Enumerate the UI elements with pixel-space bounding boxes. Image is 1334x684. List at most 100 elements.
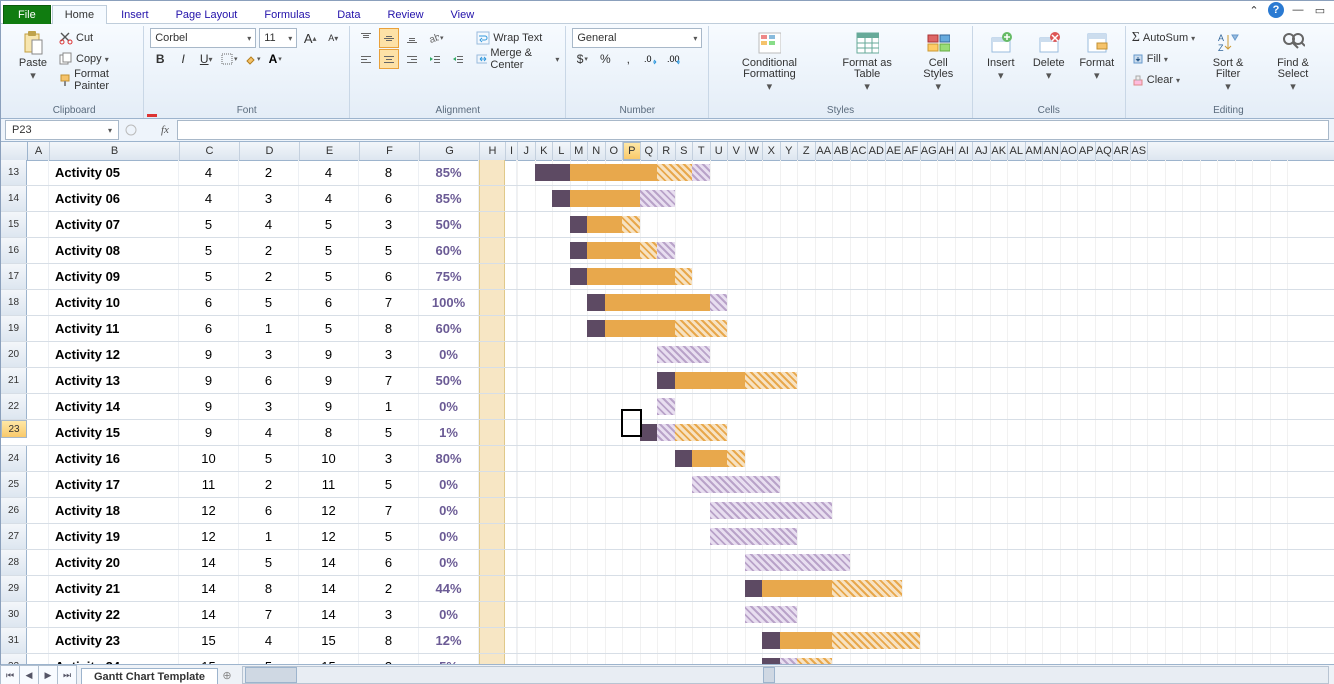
align-right-button[interactable] bbox=[402, 49, 422, 69]
col-header-AB[interactable]: AB bbox=[833, 142, 851, 160]
col-header-W[interactable]: W bbox=[746, 142, 764, 160]
row-header[interactable]: 21 bbox=[1, 368, 27, 393]
fill-button[interactable]: Fill▾ bbox=[1132, 49, 1195, 69]
formula-input[interactable] bbox=[177, 120, 1329, 140]
paste-button[interactable]: Paste▾ bbox=[11, 28, 55, 84]
col-header-K[interactable]: K bbox=[536, 142, 554, 160]
activity-name[interactable]: Activity 13 bbox=[49, 368, 179, 393]
tab-home[interactable]: Home bbox=[52, 5, 107, 24]
col-header-G[interactable]: G bbox=[420, 142, 480, 160]
horizontal-scrollbar[interactable] bbox=[242, 666, 1329, 684]
col-header-AO[interactable]: AO bbox=[1061, 142, 1079, 160]
col-header-AK[interactable]: AK bbox=[991, 142, 1009, 160]
activity-name[interactable]: Activity 07 bbox=[49, 212, 179, 237]
fill-color-button[interactable] bbox=[242, 49, 262, 69]
worksheet-grid[interactable]: ABCDEFGHIJKLMNOPQRSTUVWXYZAAABACADAEAFAG… bbox=[1, 142, 1334, 664]
merge-center-button[interactable]: Merge & Center▾ bbox=[476, 49, 559, 69]
conditional-formatting-button[interactable]: Conditional Formatting▾ bbox=[715, 28, 823, 95]
cell-styles-button[interactable]: Cell Styles▾ bbox=[911, 28, 966, 95]
col-header-V[interactable]: V bbox=[728, 142, 746, 160]
row-header[interactable]: 29 bbox=[1, 576, 27, 601]
col-header-AC[interactable]: AC bbox=[851, 142, 869, 160]
col-header-C[interactable]: C bbox=[180, 142, 240, 160]
col-header-AH[interactable]: AH bbox=[938, 142, 956, 160]
col-header-I[interactable]: I bbox=[506, 142, 518, 160]
row-header[interactable]: 15 bbox=[1, 212, 27, 237]
align-left-button[interactable] bbox=[356, 49, 376, 69]
font-color-button[interactable]: A bbox=[265, 49, 285, 69]
bold-button[interactable]: B bbox=[150, 49, 170, 69]
sheet-nav-first[interactable]: ⏮ bbox=[0, 665, 20, 684]
row-header[interactable]: 17 bbox=[1, 264, 27, 289]
clear-button[interactable]: Clear▾ bbox=[1132, 70, 1195, 90]
format-painter-button[interactable]: Format Painter bbox=[59, 70, 137, 90]
row-header[interactable]: 24 bbox=[1, 446, 27, 471]
dec-indent-button[interactable] bbox=[425, 49, 445, 69]
activity-name[interactable]: Activity 14 bbox=[49, 394, 179, 419]
help-icon[interactable]: ? bbox=[1268, 2, 1284, 18]
wrap-text-button[interactable]: Wrap Text bbox=[476, 28, 559, 48]
col-header-L[interactable]: L bbox=[553, 142, 571, 160]
col-header-AM[interactable]: AM bbox=[1026, 142, 1044, 160]
tab-file[interactable]: File bbox=[3, 5, 51, 24]
row-header[interactable]: 22 bbox=[1, 394, 27, 419]
format-as-table-button[interactable]: Format as Table▾ bbox=[828, 28, 907, 95]
col-header-O[interactable]: O bbox=[606, 142, 624, 160]
border-button[interactable] bbox=[219, 49, 239, 69]
ribbon-minimize-icon[interactable]: ⌃ bbox=[1246, 2, 1262, 18]
col-header-M[interactable]: M bbox=[571, 142, 589, 160]
align-top-button[interactable] bbox=[356, 28, 376, 48]
col-header-AS[interactable]: AS bbox=[1131, 142, 1149, 160]
new-sheet-button[interactable]: ⊕ bbox=[218, 669, 236, 682]
window-minimize-icon[interactable]: — bbox=[1290, 2, 1306, 18]
align-middle-button[interactable] bbox=[379, 28, 399, 48]
col-header-Z[interactable]: Z bbox=[798, 142, 816, 160]
col-header-Y[interactable]: Y bbox=[781, 142, 799, 160]
grow-font-button[interactable]: A▴ bbox=[300, 28, 320, 48]
row-header[interactable]: 32 bbox=[1, 654, 27, 664]
cut-button[interactable]: Cut bbox=[59, 28, 137, 48]
tab-insert[interactable]: Insert bbox=[108, 5, 162, 24]
activity-name[interactable]: Activity 16 bbox=[49, 446, 179, 471]
col-header-AR[interactable]: AR bbox=[1113, 142, 1131, 160]
font-name-select[interactable]: Corbel▾ bbox=[150, 28, 256, 48]
activity-name[interactable]: Activity 15 bbox=[49, 420, 179, 445]
col-header-AD[interactable]: AD bbox=[868, 142, 886, 160]
row-header[interactable]: 28 bbox=[1, 550, 27, 575]
activity-name[interactable]: Activity 18 bbox=[49, 498, 179, 523]
row-header[interactable]: 16 bbox=[1, 238, 27, 263]
activity-name[interactable]: Activity 11 bbox=[49, 316, 179, 341]
sheet-tab-active[interactable]: Gantt Chart Template bbox=[81, 668, 218, 684]
align-bottom-button[interactable] bbox=[402, 28, 422, 48]
row-header[interactable]: 30 bbox=[1, 602, 27, 627]
activity-name[interactable]: Activity 08 bbox=[49, 238, 179, 263]
col-header-AP[interactable]: AP bbox=[1078, 142, 1096, 160]
activity-name[interactable]: Activity 12 bbox=[49, 342, 179, 367]
col-header-AI[interactable]: AI bbox=[956, 142, 974, 160]
sheet-nav-prev[interactable]: ◀ bbox=[19, 665, 39, 684]
row-header[interactable]: 23 bbox=[1, 420, 27, 438]
sort-filter-button[interactable]: AZSort & Filter▾ bbox=[1199, 28, 1257, 95]
activity-name[interactable]: Activity 19 bbox=[49, 524, 179, 549]
col-header-N[interactable]: N bbox=[588, 142, 606, 160]
activity-name[interactable]: Activity 22 bbox=[49, 602, 179, 627]
col-header-AQ[interactable]: AQ bbox=[1096, 142, 1114, 160]
col-header-D[interactable]: D bbox=[240, 142, 300, 160]
tab-page-layout[interactable]: Page Layout bbox=[163, 5, 251, 24]
col-header-S[interactable]: S bbox=[676, 142, 694, 160]
col-header-AG[interactable]: AG bbox=[921, 142, 939, 160]
orientation-button[interactable]: ab bbox=[425, 28, 445, 48]
fx-buttons[interactable] bbox=[123, 121, 153, 139]
autosum-button[interactable]: ΣAutoSum▾ bbox=[1132, 28, 1195, 48]
copy-button[interactable]: Copy▾ bbox=[59, 49, 137, 69]
number-format-select[interactable]: General▾ bbox=[572, 28, 702, 48]
tab-review[interactable]: Review bbox=[374, 5, 436, 24]
col-header-AE[interactable]: AE bbox=[886, 142, 904, 160]
tab-data[interactable]: Data bbox=[324, 5, 373, 24]
col-header-H[interactable]: H bbox=[480, 142, 506, 160]
col-header-A[interactable]: A bbox=[28, 142, 50, 160]
italic-button[interactable]: I bbox=[173, 49, 193, 69]
col-header-AL[interactable]: AL bbox=[1008, 142, 1026, 160]
activity-name[interactable]: Activity 09 bbox=[49, 264, 179, 289]
inc-indent-button[interactable] bbox=[448, 49, 468, 69]
